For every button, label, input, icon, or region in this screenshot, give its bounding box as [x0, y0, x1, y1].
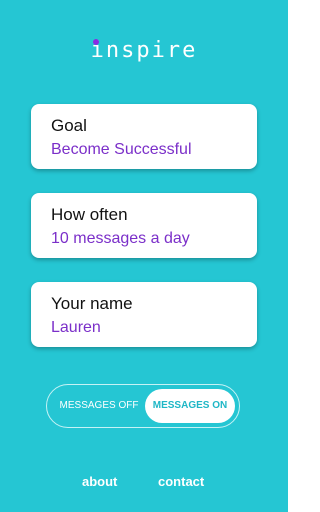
- messages-off-option[interactable]: MESSAGES OFF: [49, 385, 149, 427]
- name-card[interactable]: Your name Lauren: [31, 282, 257, 347]
- frequency-label: How often: [51, 205, 128, 224]
- about-link[interactable]: about: [82, 474, 117, 489]
- goal-value: Become Successful: [51, 141, 192, 158]
- messages-toggle[interactable]: MESSAGES OFF MESSAGES ON: [46, 384, 240, 428]
- logo-dot-icon: [92, 39, 99, 45]
- frequency-value: 10 messages a day: [51, 230, 190, 247]
- goal-card[interactable]: Goal Become Successful: [31, 104, 257, 169]
- logo-text: inspire: [91, 36, 198, 66]
- app-screen: inspire Goal Become Successful How often…: [0, 0, 288, 512]
- name-value: Lauren: [51, 319, 101, 336]
- contact-link[interactable]: contact: [158, 474, 204, 489]
- frequency-card[interactable]: How often 10 messages a day: [31, 193, 257, 258]
- messages-on-option[interactable]: MESSAGES ON: [145, 389, 235, 423]
- app-logo: inspire: [0, 36, 288, 66]
- name-label: Your name: [51, 294, 133, 313]
- goal-label: Goal: [51, 116, 87, 135]
- logo-wordmark: inspire: [90, 38, 198, 63]
